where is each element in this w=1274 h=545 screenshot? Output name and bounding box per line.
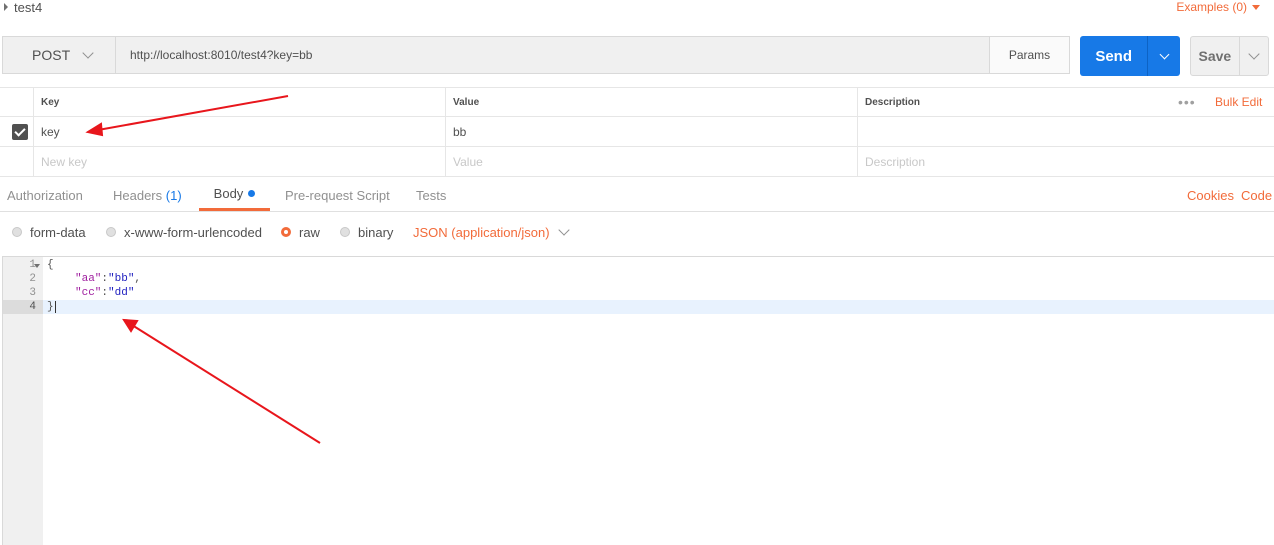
brace-open: { — [47, 259, 54, 271]
line-number: 1 — [29, 259, 36, 271]
body-type-raw[interactable]: raw — [281, 224, 320, 240]
radio-selected-icon — [281, 227, 291, 237]
active-line-highlight — [43, 300, 1274, 314]
body-type-form-data[interactable]: form-data — [12, 224, 86, 240]
send-button[interactable]: Send — [1080, 36, 1147, 76]
content-type-dropdown[interactable]: JSON (application/json) — [413, 224, 570, 240]
body-code-editor[interactable]: 1 2 3 4 { "aa":"bb", "cc":"dd" } — [2, 256, 1274, 545]
radio-icon — [340, 227, 350, 237]
new-value-placeholder: Value — [453, 154, 483, 169]
chevron-down-icon — [1248, 48, 1260, 60]
chevron-down-icon — [82, 47, 94, 59]
tab-prerequest-script[interactable]: Pre-request Script — [285, 179, 390, 211]
new-key-input[interactable]: New key — [33, 147, 445, 176]
param-key-value: key — [41, 124, 60, 139]
params-button[interactable]: Params — [989, 36, 1070, 74]
url-value: http://localhost:8010/test4?key=bb — [130, 48, 313, 62]
description-column-header: Description — [857, 88, 1167, 116]
body-modified-dot — [248, 190, 256, 197]
new-value-input[interactable]: Value — [445, 147, 857, 176]
line-number: 3 — [29, 287, 36, 299]
more-options-icon[interactable]: ••• — [1178, 88, 1196, 116]
raw-label: raw — [299, 224, 320, 240]
body-type-urlencoded[interactable]: x-www-form-urlencoded — [106, 224, 262, 240]
fold-arrow-icon[interactable] — [34, 264, 40, 268]
code-line: } — [47, 300, 54, 314]
value-column-header: Value — [445, 88, 857, 116]
editor-gutter: 1 2 3 4 — [3, 257, 43, 545]
expand-triangle-icon — [4, 3, 8, 11]
checkmark-icon — [14, 125, 26, 137]
save-button[interactable]: Save — [1191, 37, 1239, 75]
key-column-header: Key — [33, 88, 445, 116]
chevron-down-icon — [1159, 49, 1170, 59]
save-options-button[interactable] — [1238, 37, 1268, 75]
tab-headers[interactable]: Headers (1) — [113, 179, 182, 211]
request-tabs: Authorization Headers (1) Body Pre-reque… — [0, 179, 1274, 212]
code-line: { — [47, 258, 54, 272]
request-name: test4 — [14, 0, 43, 15]
json-value: "bb" — [108, 273, 135, 285]
tab-tests[interactable]: Tests — [416, 179, 446, 211]
new-description-placeholder: Description — [865, 154, 926, 169]
radio-icon — [12, 227, 22, 237]
new-description-input[interactable]: Description — [857, 147, 1167, 176]
tab-body[interactable]: Body — [199, 179, 270, 211]
param-value-field[interactable]: bb — [445, 117, 857, 146]
content-type-label: JSON (application/json) — [413, 224, 550, 240]
param-description-field[interactable] — [857, 117, 1167, 146]
headers-count-badge: (1) — [165, 187, 182, 203]
line-number: 2 — [29, 273, 36, 285]
send-button-group: Send — [1080, 36, 1180, 76]
chevron-down-icon — [557, 224, 570, 236]
json-key: "cc" — [75, 287, 102, 299]
method-select[interactable]: POST — [2, 36, 116, 74]
save-button-group: Save — [1190, 36, 1269, 76]
text-cursor — [55, 301, 56, 313]
caret-down-icon — [1252, 4, 1260, 10]
method-label: POST — [32, 47, 71, 63]
line-number-current: 4 — [3, 300, 43, 314]
new-key-placeholder: New key — [41, 154, 88, 169]
urlencoded-label: x-www-form-urlencoded — [124, 224, 262, 240]
url-input[interactable]: http://localhost:8010/test4?key=bb — [116, 36, 990, 74]
tab-headers-label: Headers — [113, 187, 163, 203]
bulk-edit-link[interactable]: Bulk Edit — [1215, 88, 1262, 116]
code-link[interactable]: Code — [1241, 179, 1272, 211]
code-line: "cc":"dd" — [75, 286, 134, 300]
cookies-link[interactable]: Cookies — [1187, 179, 1234, 211]
param-enabled-checkbox[interactable] — [12, 124, 28, 140]
examples-label: Examples (0) — [1176, 0, 1247, 14]
request-name-toggle[interactable]: test4 — [4, 0, 43, 15]
tab-authorization[interactable]: Authorization — [7, 179, 83, 211]
send-options-button[interactable] — [1147, 36, 1180, 76]
params-table: Key Value Description ••• Bulk Edit key … — [0, 87, 1274, 177]
tab-body-label: Body — [213, 186, 244, 201]
brace-close: } — [47, 301, 54, 313]
examples-dropdown[interactable]: Examples (0) — [1176, 0, 1260, 14]
json-value: "dd" — [108, 287, 135, 299]
form-data-label: form-data — [30, 224, 86, 240]
new-param-row: New key Value Description — [0, 147, 1274, 177]
code-line: "aa":"bb", — [75, 272, 141, 286]
radio-icon — [106, 227, 116, 237]
table-row: key bb — [0, 117, 1274, 147]
binary-label: binary — [358, 224, 394, 240]
json-comma: , — [134, 273, 142, 285]
params-table-header: Key Value Description ••• Bulk Edit — [0, 87, 1274, 117]
json-key: "aa" — [75, 273, 102, 285]
params-label: Params — [1008, 48, 1051, 62]
param-key-field[interactable]: key — [33, 117, 445, 146]
body-type-binary[interactable]: binary — [340, 224, 393, 240]
param-value-value: bb — [453, 124, 467, 139]
